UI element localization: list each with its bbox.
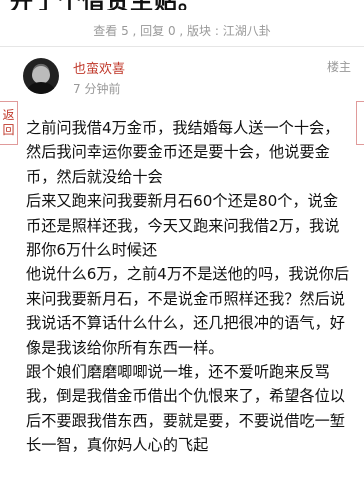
divider xyxy=(0,46,364,47)
post-paragraph: 他说什么6万，之前4万不是送他的吗，我说你后来问我要新月石，不是说金币照样还我？… xyxy=(26,265,350,357)
post-paragraph: 后来又跑来问我要新月石60个还是80个，说金币还是照样还我，今天又跑来问我借2万… xyxy=(26,192,340,260)
author-name[interactable]: 也蛮欢喜 xyxy=(73,58,125,77)
avatar[interactable] xyxy=(23,58,59,94)
post-time: 7 分钟前 xyxy=(73,82,121,96)
thread-meta: 查看 5 , 回复 0 , 版块 : 江湖八卦 xyxy=(93,24,271,38)
thread-title: 开了个借贷主贴。 xyxy=(10,0,350,10)
post-paragraph: 之前问我借4万金币，我结婚每人送一个十会，然后我问幸运你要金币还是要十会，他说要… xyxy=(26,119,340,186)
side-button-right[interactable] xyxy=(356,101,364,145)
back-button[interactable]: 返回 xyxy=(0,101,18,145)
post-paragraph: 跟个娘们磨磨唧唧说一堆，还不爱听跑来反骂我，倒是我借金币借出个仇恨来了，希望各位… xyxy=(26,363,345,455)
post-content: 之前问我借4万金币，我结婚每人送一个十会，然后我问幸运你要金币还是要十会，他说要… xyxy=(26,116,352,458)
floor-label: 楼主 xyxy=(326,60,351,74)
